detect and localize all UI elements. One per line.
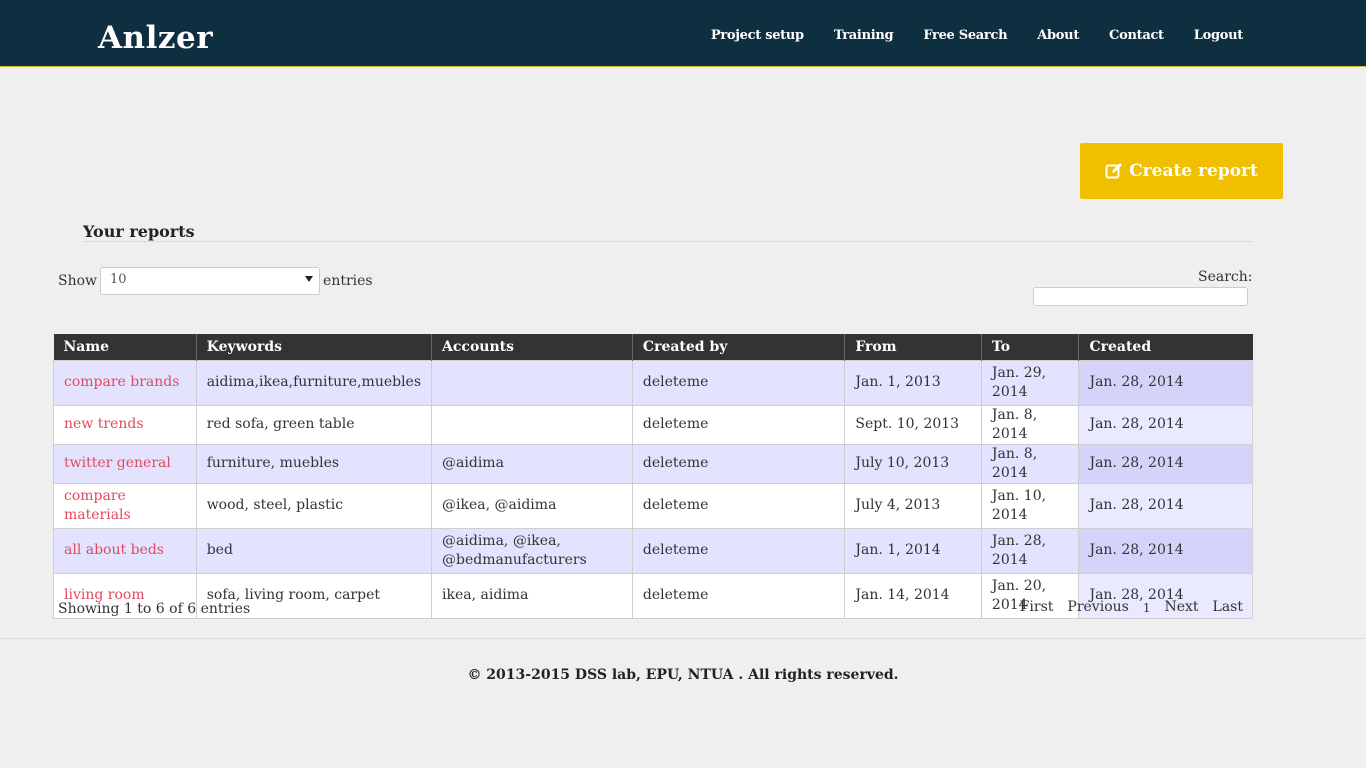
footer-divider [0,638,1366,639]
table-row: compare materials wood, steel, plastic @… [53,482,1253,529]
cell-name: compare materials [53,482,197,529]
cell-created-by: deleteme [631,527,846,574]
cell-accounts: @aidima, @ikea, @bedmanufacturers [431,527,633,574]
cell-from: July 10, 2013 [844,443,982,484]
cell-created: Jan. 28, 2014 [1078,443,1253,484]
report-link[interactable]: compare materials [64,488,131,523]
column-header-to[interactable]: To [981,334,1080,360]
cell-to: Jan. 29, 2014 [980,359,1080,406]
column-header-created[interactable]: Created [1078,334,1253,360]
length-control: Show 10 entries [58,267,373,295]
column-header-name[interactable]: Name [53,334,197,360]
search-input[interactable] [1033,287,1248,306]
entries-per-page-select[interactable]: 10 [100,267,321,295]
cell-from: Sept. 10, 2013 [844,404,982,445]
cell-created: Jan. 28, 2014 [1078,482,1253,529]
nav-contact[interactable]: Contact [1109,28,1164,43]
report-link[interactable]: twitter general [64,455,171,471]
cell-keywords: red sofa, green table [195,404,433,445]
cell-to: Jan. 8, 2014 [980,404,1080,445]
column-header-from[interactable]: From [844,334,982,360]
table-row: twitter general furniture, muebles @aidi… [53,443,1253,484]
column-header-accounts[interactable]: Accounts [431,334,633,360]
nav-project-setup[interactable]: Project setup [711,28,804,43]
report-link[interactable]: compare brands [64,374,179,390]
table-row: all about beds bed @aidima, @ikea, @bedm… [53,527,1253,574]
report-link[interactable]: all about beds [64,542,164,558]
cell-created: Jan. 28, 2014 [1078,527,1253,574]
cell-accounts: ikea, aidima [431,572,633,619]
create-report-button[interactable]: Create report [1080,143,1283,199]
main-nav: Project setup Training Free Search About… [711,28,1243,43]
entries-label: entries [323,273,373,289]
cell-created-by: deleteme [631,443,846,484]
section-divider [83,241,1253,242]
cell-name: new trends [53,404,197,445]
cell-keywords: aidima,ikea,furniture,muebles [195,359,433,406]
cell-from: Jan. 14, 2014 [844,572,982,619]
cell-to: Jan. 10, 2014 [980,482,1080,529]
nav-training[interactable]: Training [834,28,894,43]
pagination: First Previous 1 Next Last [1020,599,1243,615]
table-row: compare brands aidima,ikea,furniture,mue… [53,359,1253,406]
cell-to: Jan. 8, 2014 [980,443,1080,484]
cell-from: Jan. 1, 2014 [844,527,982,574]
cell-keywords: bed [195,527,433,574]
cell-keywords: furniture, muebles [195,443,433,484]
cell-name: compare brands [53,359,197,406]
cell-from: Jan. 1, 2013 [844,359,982,406]
nav-logout[interactable]: Logout [1194,28,1244,43]
cell-accounts [431,404,633,445]
table-info: Showing 1 to 6 of 6 entries [58,601,251,617]
cell-created-by: deleteme [631,359,846,406]
create-report-label: Create report [1129,161,1258,181]
caret-down-icon [305,276,314,282]
navbar: Anlzer Project setup Training Free Searc… [0,0,1366,67]
cell-to: Jan. 28, 2014 [980,527,1080,574]
cell-accounts: @ikea, @aidima [431,482,633,529]
nav-free-search[interactable]: Free Search [923,28,1007,43]
cell-created: Jan. 28, 2014 [1078,404,1253,445]
cell-from: July 4, 2013 [844,482,982,529]
pagination-first[interactable]: First [1020,599,1054,615]
cell-accounts [431,359,633,406]
cell-name: all about beds [53,527,197,574]
report-link[interactable]: new trends [64,416,144,432]
brand-logo[interactable]: Anlzer [98,20,213,56]
reports-table: Name Keywords Accounts Created by From T… [53,334,1253,619]
nav-about[interactable]: About [1037,28,1079,43]
column-header-keywords[interactable]: Keywords [196,334,433,360]
cell-keywords: wood, steel, plastic [195,482,433,529]
edit-icon [1105,162,1123,180]
column-header-created-by[interactable]: Created by [632,334,846,360]
cell-created-by: deleteme [631,404,846,445]
footer-copyright: © 2013-2015 DSS lab, EPU, NTUA . All rig… [467,667,899,683]
pagination-page-1[interactable]: 1 [1143,599,1151,615]
section-title: Your reports [83,222,195,241]
table-header-row: Name Keywords Accounts Created by From T… [53,334,1253,360]
pagination-previous[interactable]: Previous [1067,599,1128,615]
pagination-last[interactable]: Last [1213,599,1243,615]
entries-per-page-value: 10 [110,272,127,287]
cell-created: Jan. 28, 2014 [1078,359,1253,406]
cell-created-by: deleteme [631,572,846,619]
show-label: Show [58,273,98,289]
cell-name: twitter general [53,443,197,484]
cell-created-by: deleteme [631,482,846,529]
search-label: Search: [1198,269,1253,285]
pagination-next[interactable]: Next [1164,599,1198,615]
table-row: new trends red sofa, green table deletem… [53,404,1253,445]
cell-accounts: @aidima [431,443,633,484]
